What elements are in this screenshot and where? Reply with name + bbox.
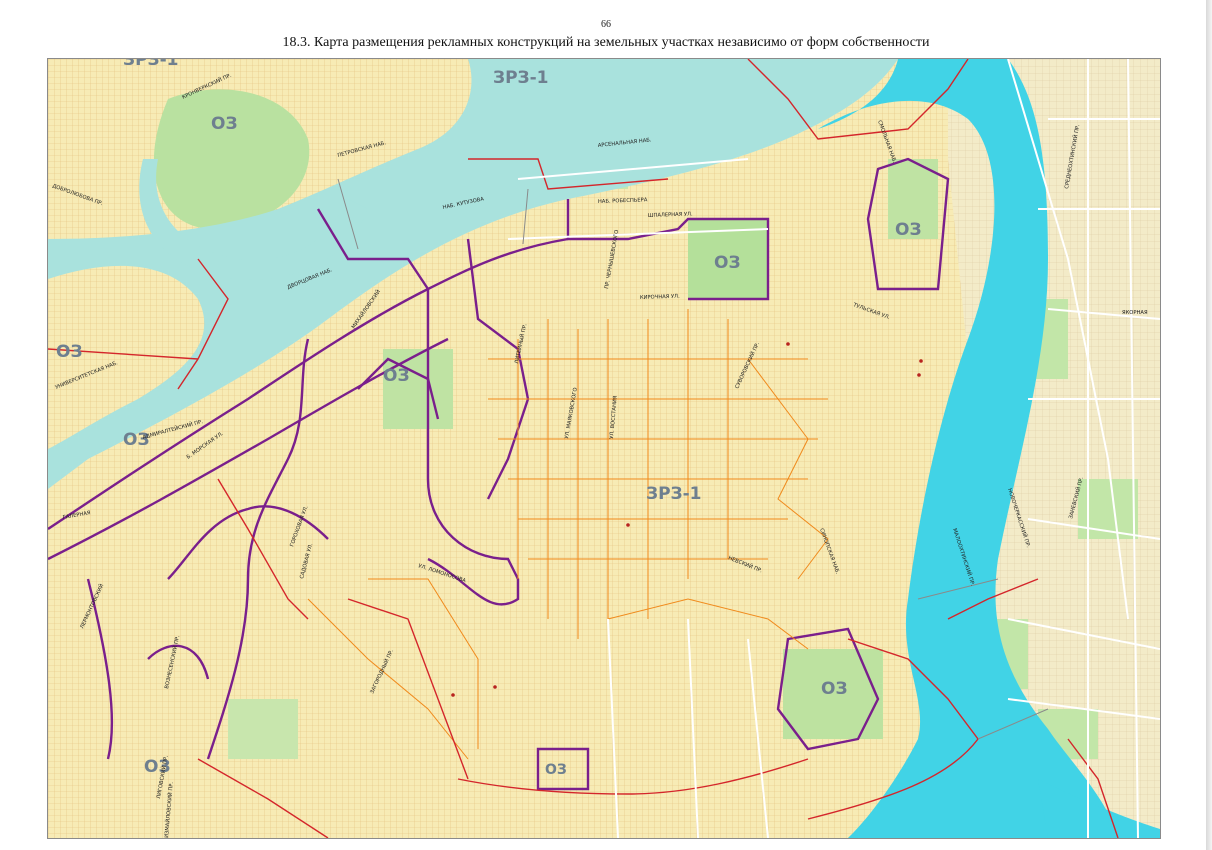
map-canvas[interactable]: ОЗ ОЗ ОЗ ОЗ ОЗ ОЗ ОЗ ОЗ ОЗ ЗРЗ-1 ЗРЗ-1 З…: [48, 59, 1160, 838]
document-page: 66 18.3. Карта размещения рекламных конс…: [0, 0, 1212, 850]
zone-label-oz: ОЗ: [56, 342, 83, 362]
zone-label-zrz: ЗРЗ-1: [493, 68, 549, 88]
page-title: 18.3. Карта размещения рекламных констру…: [282, 35, 930, 50]
page-edge-shadow: [1206, 0, 1212, 850]
zone-label-oz: ОЗ: [895, 220, 922, 240]
zone-label-oz: ОЗ: [211, 114, 238, 134]
page-number: 66: [601, 19, 611, 30]
zone-label-zrz: ЗРЗ-1: [646, 484, 702, 504]
zone-label-oz: ОЗ: [714, 253, 741, 273]
zone-label-oz: ОЗ: [821, 679, 848, 699]
street-label: ЯКОРНАЯ: [1122, 310, 1148, 316]
map-frame[interactable]: ОЗ ОЗ ОЗ ОЗ ОЗ ОЗ ОЗ ОЗ ОЗ ЗРЗ-1 ЗРЗ-1 З…: [47, 58, 1161, 839]
zone-label-zrz: ЗРЗ-1: [123, 59, 179, 70]
zone-label-oz: ОЗ: [383, 366, 410, 386]
zone-label-oz: ОЗ: [545, 762, 567, 778]
